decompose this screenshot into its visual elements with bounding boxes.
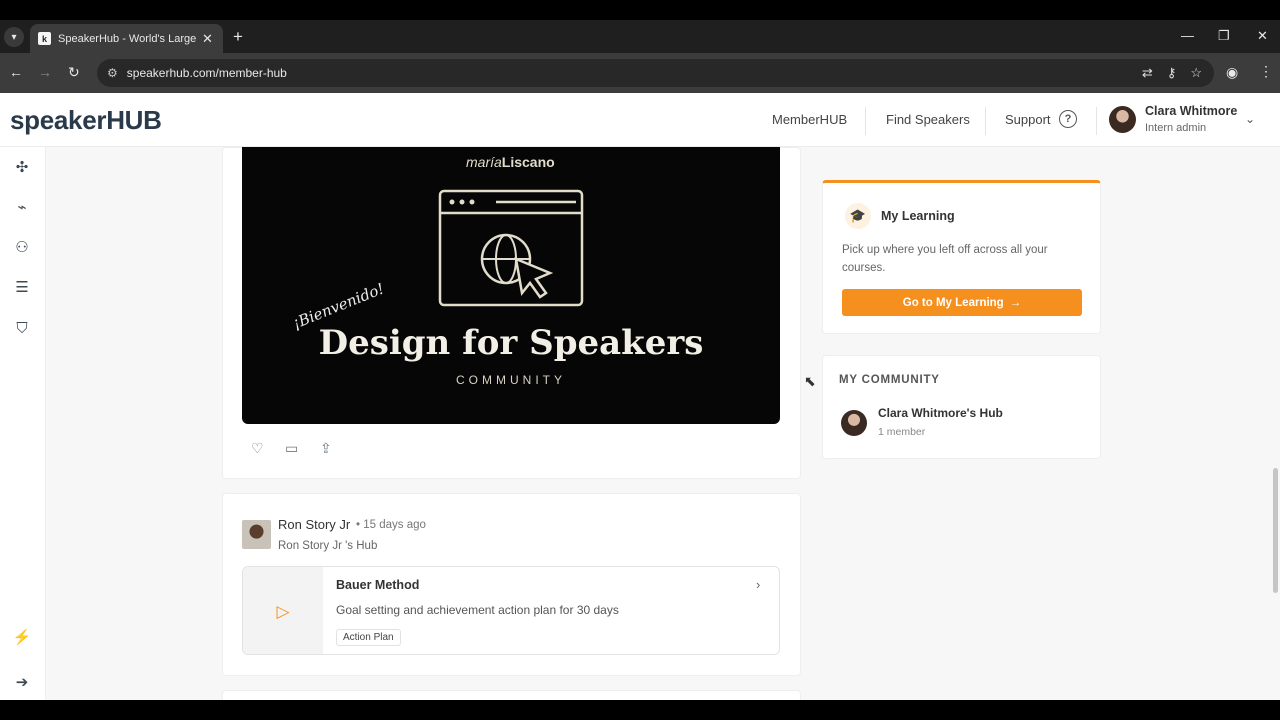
arrow-right-icon: →	[1009, 296, 1022, 309]
nav-support[interactable]: Support	[1005, 112, 1051, 127]
my-community-heading: MY COMMUNITY	[839, 374, 940, 386]
nav-divider	[865, 107, 866, 135]
author-avatar[interactable]	[242, 520, 271, 549]
comment-icon[interactable]: ▭	[285, 440, 298, 457]
post-image[interactable]: maríaLiscano ¡Bienvenido! Design for Spe…	[242, 147, 780, 424]
site-header: speakerHUB MemberHUB Find Speakers Suppo…	[0, 93, 1280, 147]
graduation-cap-icon: 🎓	[845, 203, 871, 229]
minimize-icon[interactable]: —	[1181, 28, 1194, 43]
image-subtitle: COMMUNITY	[456, 373, 566, 387]
user-role: Intern admin	[1145, 122, 1207, 134]
network-hub-icon[interactable]: ✣	[12, 157, 32, 177]
nav-divider	[985, 107, 986, 135]
post-hub-name[interactable]: Ron Story Jr 's Hub	[278, 540, 377, 552]
go-to-my-learning-button[interactable]: Go to My Learning →	[842, 289, 1082, 316]
course-description: Goal setting and achievement action plan…	[336, 603, 619, 617]
mouse-cursor-icon: ⬉	[804, 373, 816, 389]
omnibox-actions: ⇄ ⚷ ☆	[1142, 65, 1202, 81]
reload-icon[interactable]: ↻	[68, 64, 80, 81]
nav-divider	[1096, 107, 1097, 135]
close-icon[interactable]: ✕	[202, 31, 213, 47]
community-member-count: 1 member	[878, 426, 926, 438]
shield-clock-icon[interactable]: ⛉	[12, 318, 32, 338]
screen: ▾ k SpeakerHub - World's Largest P ✕ + —…	[0, 0, 1280, 720]
page-scrollbar[interactable]	[1273, 468, 1278, 593]
lightning-bolt-icon[interactable]: ⚡	[12, 627, 32, 647]
my-learning-card: 🎓 My Learning Pick up where you left off…	[822, 180, 1101, 334]
speakerhub-logo[interactable]: speakerHUB	[10, 105, 162, 136]
browser-tab[interactable]: k SpeakerHub - World's Largest P ✕	[30, 24, 223, 53]
translate-icon[interactable]: ⇄	[1142, 65, 1153, 81]
go-to-my-learning-label: Go to My Learning	[902, 296, 1004, 309]
page: speakerHUB MemberHUB Find Speakers Suppo…	[0, 93, 1280, 700]
logo-suffix: HUB	[106, 105, 162, 135]
browser-toolbar: ← → ↻ ⚙ speakerhub.com/member-hub ⇄ ⚷ ☆ …	[0, 53, 1280, 93]
expand-arrow-circle-icon[interactable]: ➔	[12, 672, 32, 692]
course-title: Bauer Method	[336, 578, 420, 592]
sidebar: ✣ ⌁ ⚇ ☰ ⛉ ⚡ ➔	[0, 147, 46, 700]
new-tab-plus-icon[interactable]: +	[233, 27, 243, 47]
feed-card-next	[222, 690, 801, 700]
logo-prefix: speaker	[10, 105, 107, 135]
site-settings-icon[interactable]: ⚙	[107, 66, 118, 80]
post-author[interactable]: Ron Story Jr	[278, 517, 350, 532]
address-bar[interactable]: ⚙ speakerhub.com/member-hub ⇄ ⚷ ☆	[97, 59, 1214, 87]
url-text: speakerhub.com/member-hub	[126, 66, 287, 80]
tab-search-chevron-icon[interactable]: ▾	[4, 27, 24, 47]
image-brand: maríaLiscano	[466, 154, 555, 170]
tab-title: SpeakerHub - World's Largest P	[58, 32, 196, 45]
image-title: Design for Speakers	[318, 323, 704, 363]
user-avatar[interactable]	[1109, 106, 1136, 133]
chevron-right-icon: ›	[756, 577, 761, 592]
community-avatar[interactable]	[841, 410, 867, 436]
my-community-card: MY COMMUNITY Clara Whitmore's Hub 1 memb…	[822, 355, 1101, 459]
speakerhub-favicon-icon: k	[38, 32, 51, 45]
chevron-down-icon[interactable]: ⌄	[1245, 112, 1255, 126]
speaker-broadcast-icon[interactable]: ⌁	[12, 197, 32, 217]
browser-tabbar: ▾ k SpeakerHub - World's Largest P ✕ + —…	[0, 20, 1280, 53]
help-question-icon[interactable]: ?	[1059, 110, 1077, 128]
course-card[interactable]: ▷ Bauer Method Goal setting and achievem…	[242, 566, 780, 655]
password-key-icon[interactable]: ⚷	[1167, 65, 1177, 81]
my-learning-title: My Learning	[881, 209, 955, 223]
nav-find-speakers[interactable]: Find Speakers	[886, 112, 970, 127]
window-close-icon[interactable]: ✕	[1257, 28, 1268, 44]
user-settings-icon[interactable]: ⚇	[12, 237, 32, 257]
share-icon[interactable]: ⇪	[320, 440, 332, 457]
list-circle-icon[interactable]: ☰	[12, 277, 32, 297]
restore-icon[interactable]: ❐	[1218, 28, 1230, 44]
post-timestamp: • 15 days ago	[356, 519, 426, 531]
play-icon: ▷	[243, 567, 323, 654]
my-learning-description: Pick up where you left off across all yo…	[842, 244, 1048, 274]
bottom-letterbox	[0, 700, 1280, 720]
community-hub-name[interactable]: Clara Whitmore's Hub	[878, 406, 1003, 420]
forward-arrow-icon[interactable]: →	[38, 64, 52, 80]
user-name[interactable]: Clara Whitmore	[1145, 104, 1237, 118]
more-menu-icon[interactable]: ⋮	[1259, 63, 1273, 80]
profile-icon[interactable]: ◉	[1226, 64, 1238, 81]
course-tag: Action Plan	[336, 629, 401, 646]
back-arrow-icon[interactable]: ←	[9, 64, 23, 80]
nav-memberhub[interactable]: MemberHUB	[772, 112, 847, 127]
bookmark-star-icon[interactable]: ☆	[1190, 65, 1202, 81]
like-heart-icon[interactable]: ♡	[251, 440, 264, 457]
browser-globe-cursor-icon	[438, 189, 584, 307]
